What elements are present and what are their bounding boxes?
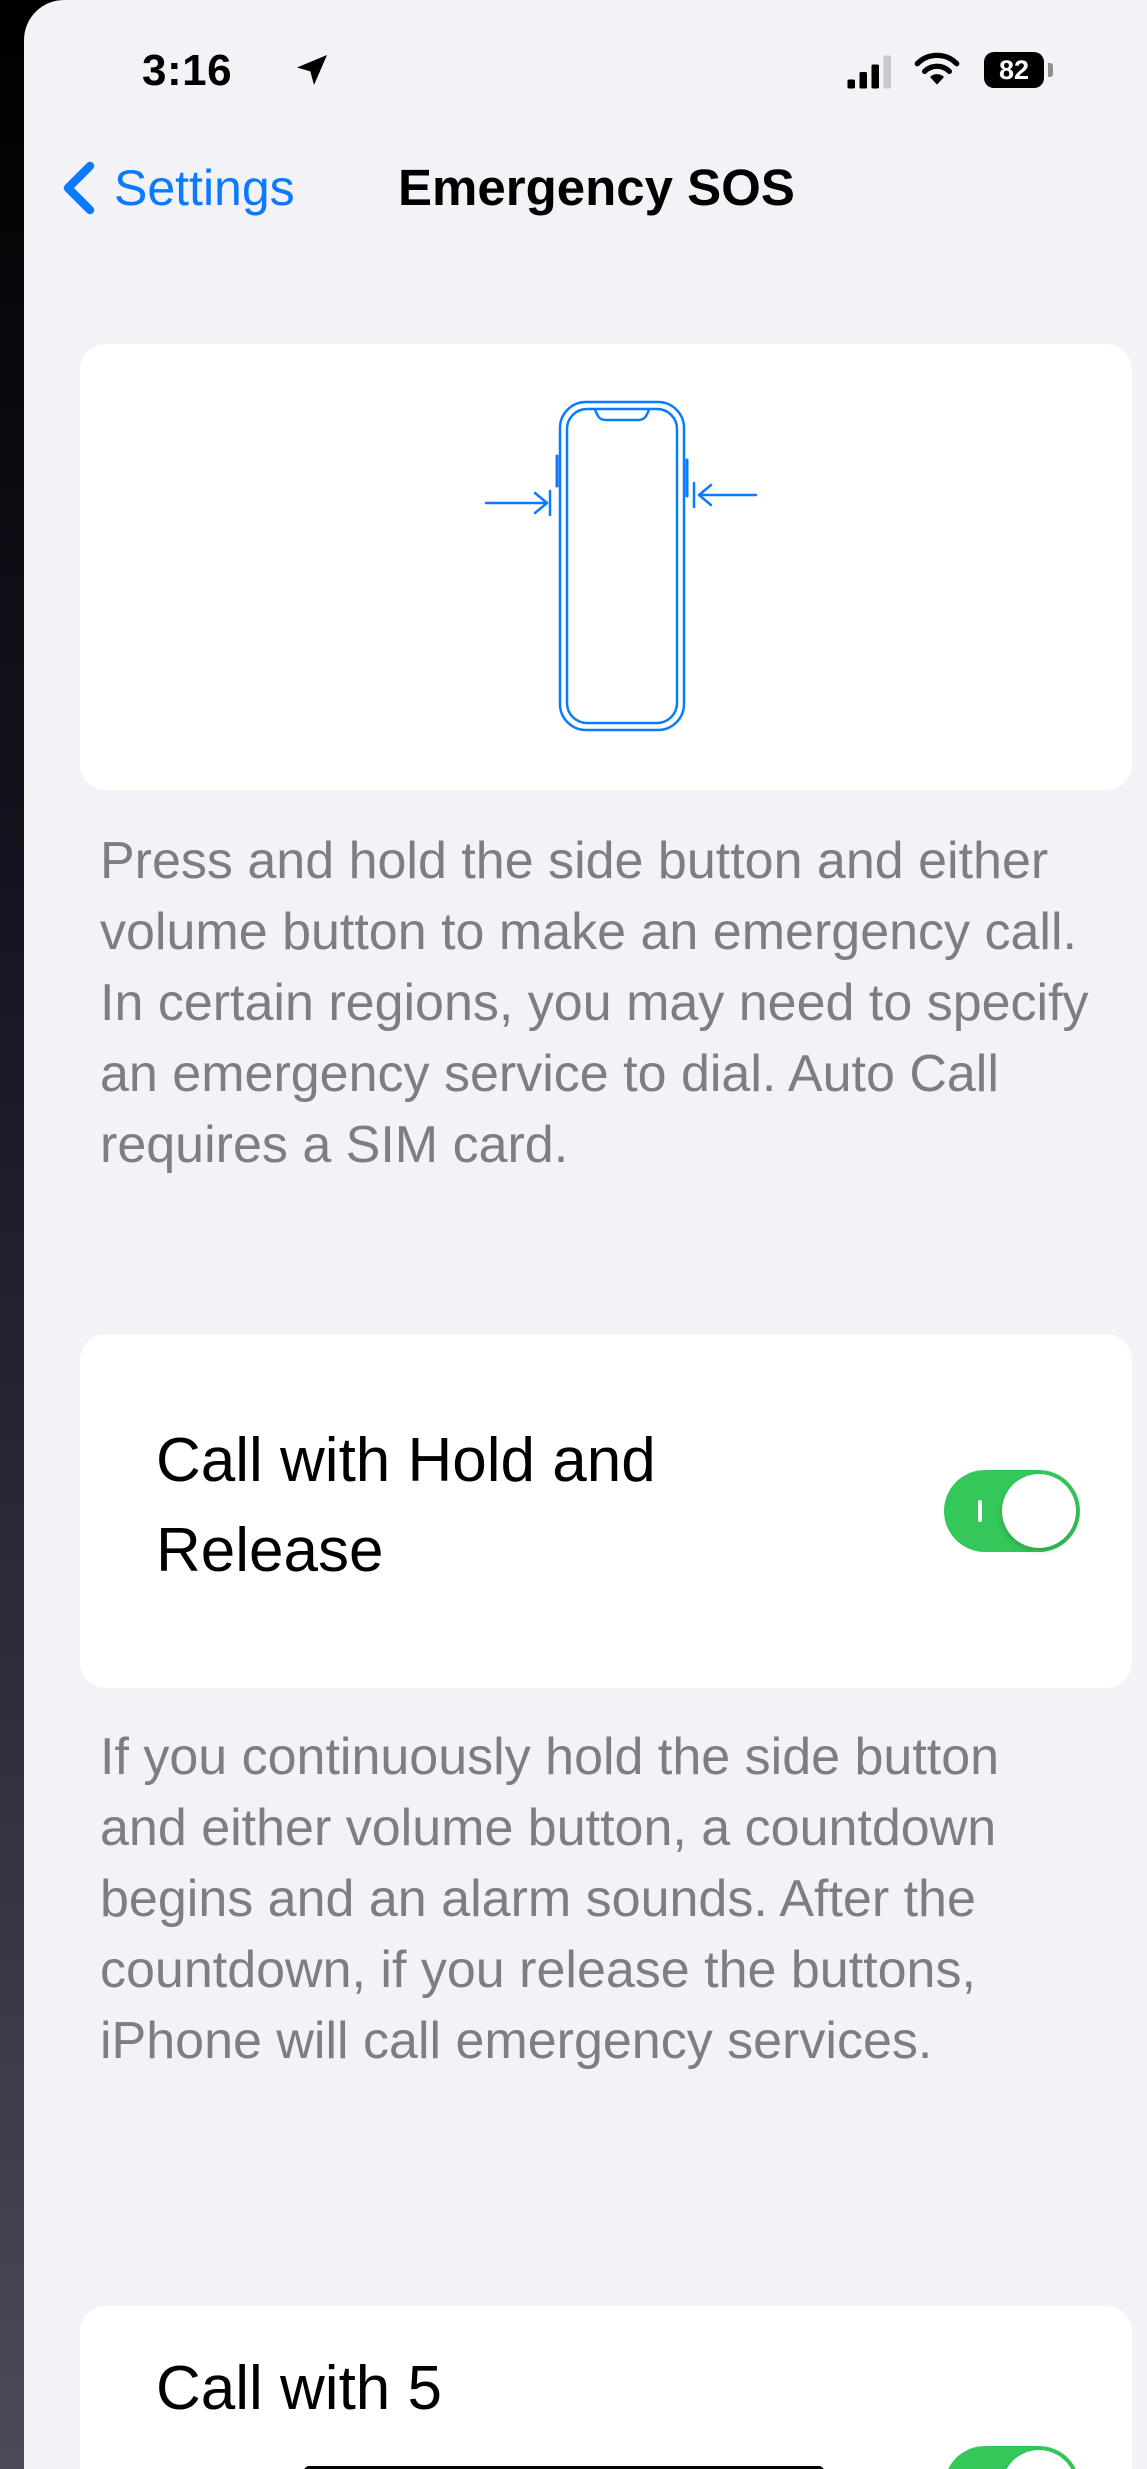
battery-cap xyxy=(1048,63,1053,77)
toggle-on-indicator xyxy=(978,1500,982,1522)
phone-screen: 3:16 82 Settings Emergency SOS Press and… xyxy=(24,0,1147,2469)
toggle-knob xyxy=(1002,1474,1076,1548)
cellular-signal-icon xyxy=(847,55,891,89)
location-arrow-icon xyxy=(297,55,327,85)
page-title: Emergency SOS xyxy=(398,159,795,216)
hold-release-toggle[interactable] xyxy=(944,1470,1080,1552)
battery-indicator: 82 xyxy=(984,52,1044,88)
phone-side-buttons-icon xyxy=(484,400,758,732)
five-presses-toggle[interactable] xyxy=(944,2446,1080,2469)
hold-release-description: If you continuously hold the side button… xyxy=(100,1728,1000,2070)
wifi-icon xyxy=(914,52,960,85)
illustration-card xyxy=(80,344,1132,790)
hold-release-row: Call with Hold and Release xyxy=(80,1334,1132,1688)
chevron-left-icon xyxy=(63,161,95,215)
back-button-label: Settings xyxy=(114,160,295,216)
five-presses-row: Call with 5 xyxy=(80,2306,1132,2469)
toggle-knob xyxy=(1002,2450,1076,2469)
five-presses-label: Call with 5 xyxy=(156,2354,442,2423)
status-bar: 3:16 82 xyxy=(24,0,1147,150)
hold-release-label: Call with Hold and Release xyxy=(156,1426,656,1585)
back-button[interactable]: Settings xyxy=(58,150,295,226)
side-button-description: Press and hold the side button and eithe… xyxy=(100,832,1089,1174)
status-time: 3:16 xyxy=(142,46,233,95)
